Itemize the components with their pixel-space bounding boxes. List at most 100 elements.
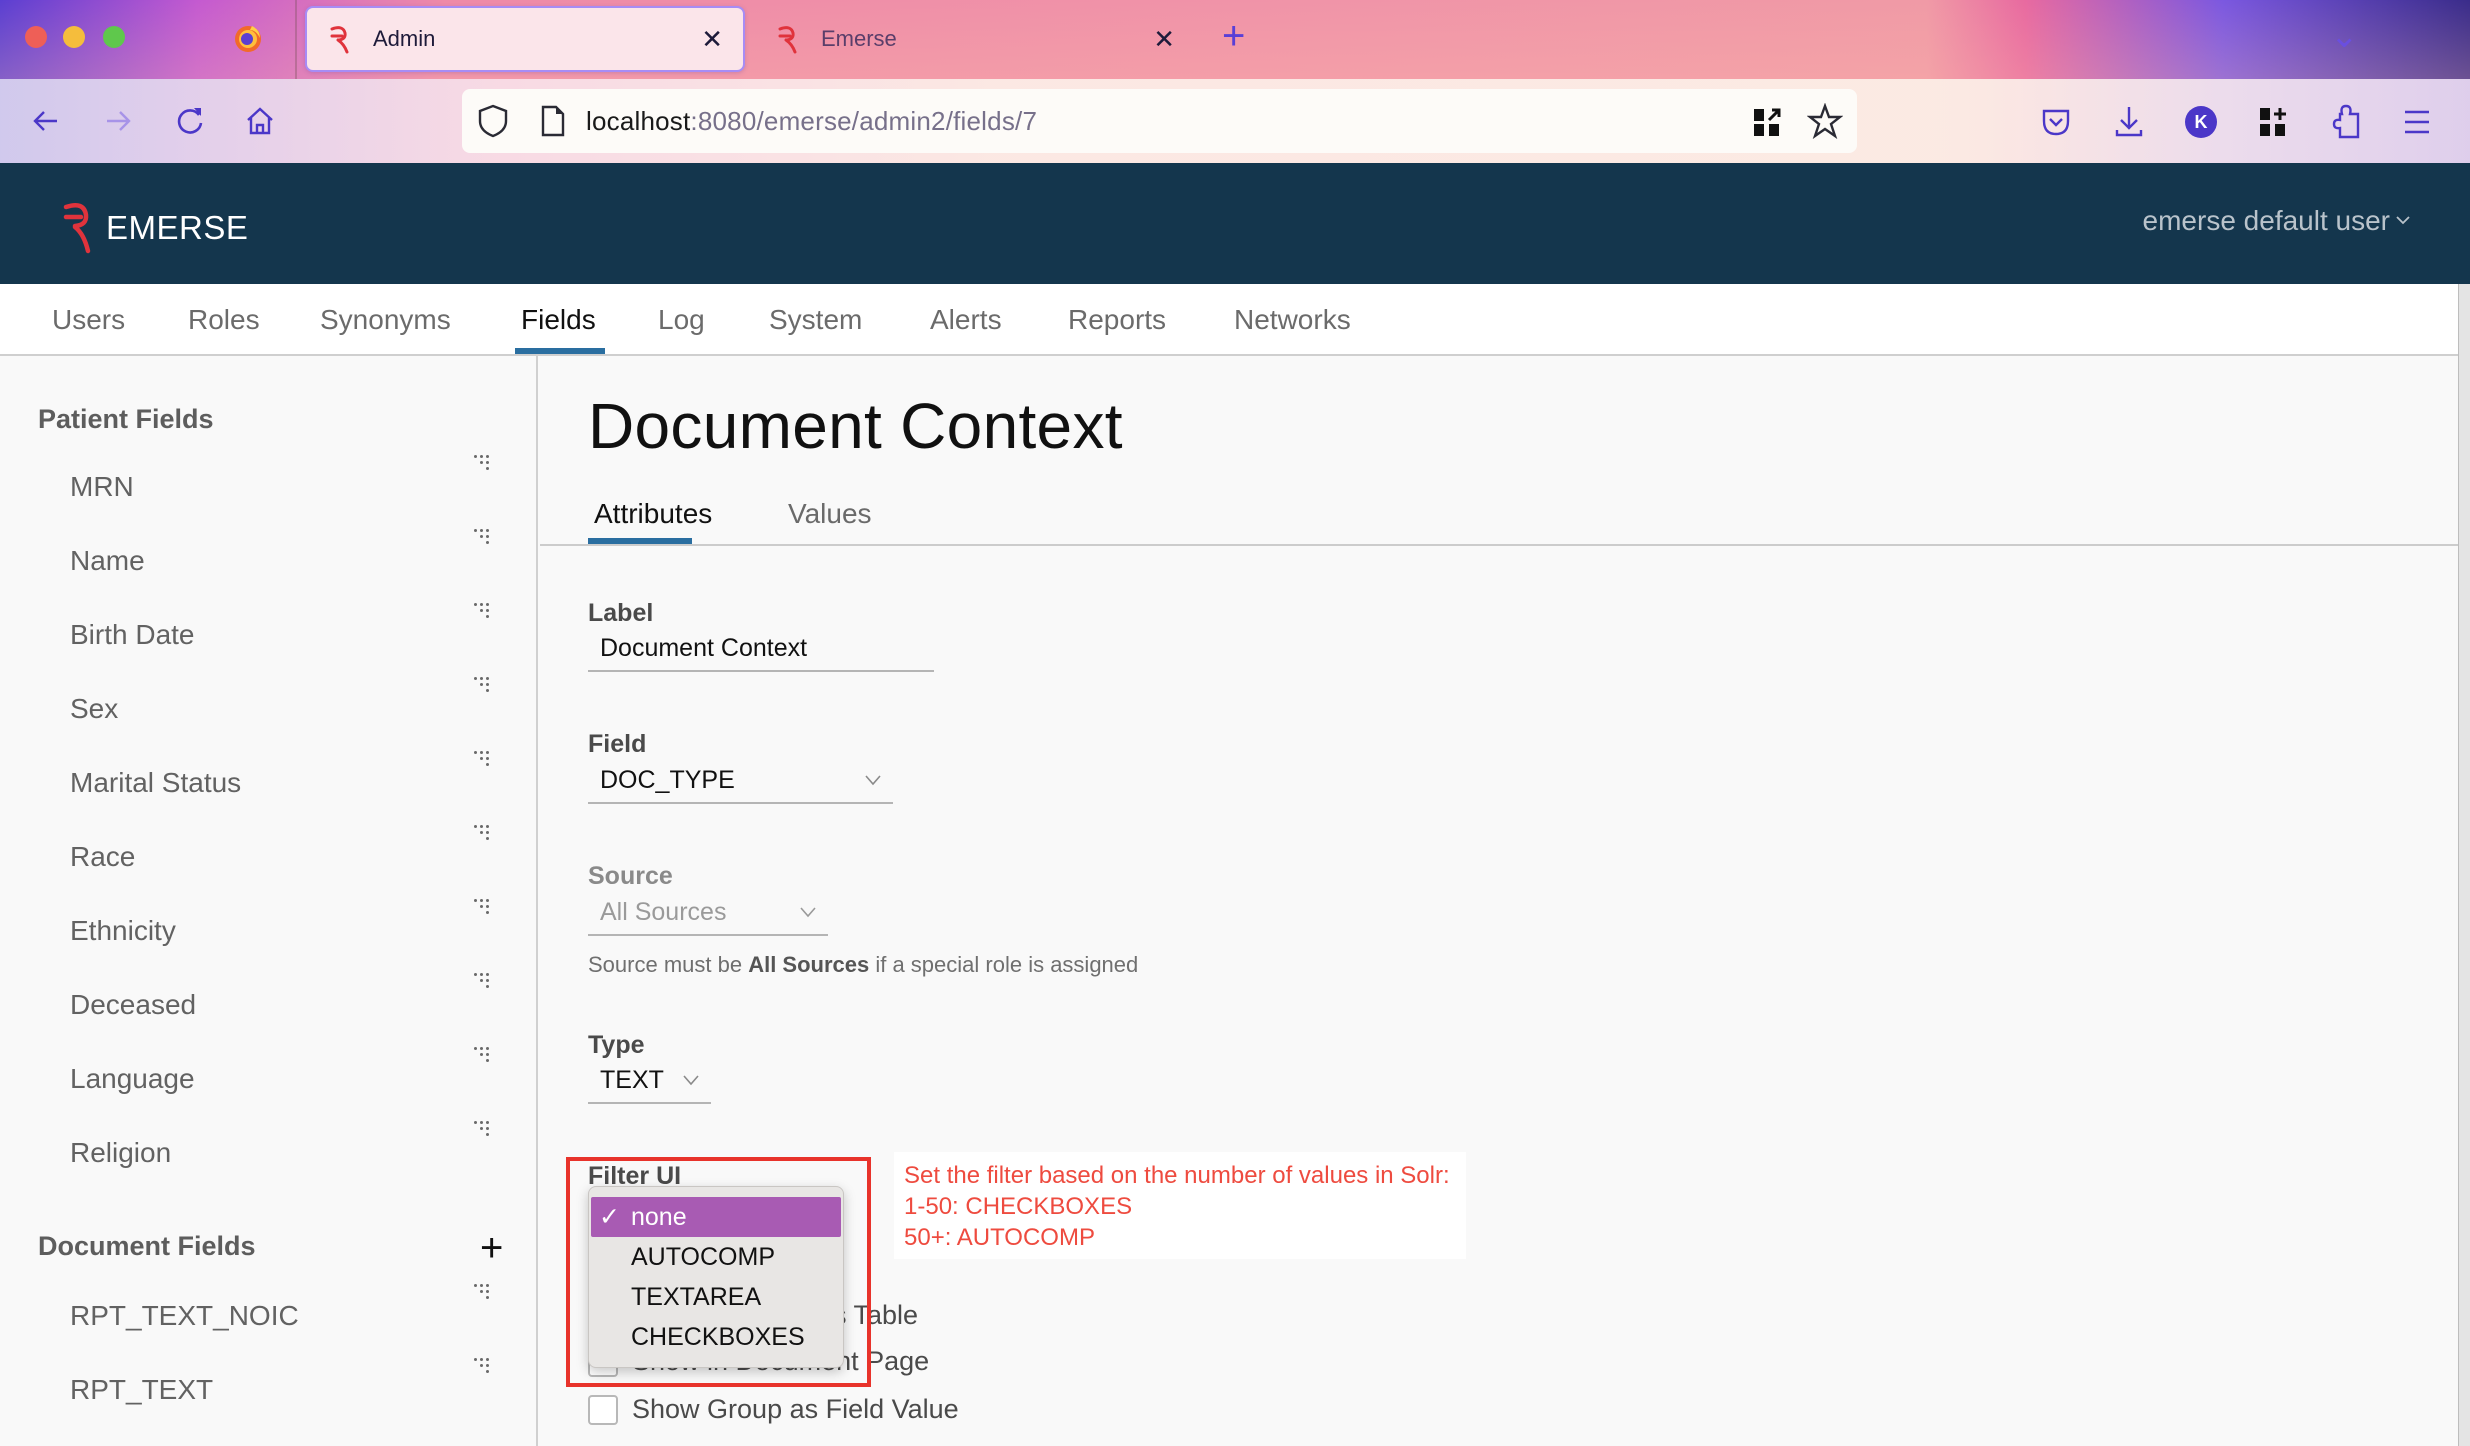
drag-handle-icon[interactable] bbox=[474, 751, 490, 766]
drag-handle-icon[interactable] bbox=[474, 973, 490, 988]
tab-close-icon[interactable]: ✕ bbox=[1153, 24, 1175, 55]
pocket-icon[interactable] bbox=[2040, 106, 2072, 138]
sidebar-field-item[interactable]: Sex bbox=[70, 677, 510, 725]
url-text[interactable]: localhost:8080/emerse/admin2/fields/7 bbox=[586, 106, 1037, 137]
browser-tab-emerse[interactable]: Emerse ✕ bbox=[755, 6, 1195, 72]
drag-handle-icon[interactable] bbox=[474, 825, 490, 840]
sidebar-field-item[interactable]: RPT_TEXT_NOIC bbox=[70, 1284, 510, 1332]
drag-handle-icon[interactable] bbox=[474, 1047, 490, 1062]
nav-alerts[interactable]: Alerts bbox=[930, 304, 1002, 336]
chevron-down-icon bbox=[865, 775, 881, 786]
nav-reports[interactable]: Reports bbox=[1068, 304, 1166, 336]
browser-tab-admin[interactable]: Admin ✕ bbox=[305, 6, 745, 72]
reload-button[interactable] bbox=[170, 101, 210, 141]
chevron-down-icon bbox=[800, 907, 816, 918]
drag-handle-icon[interactable] bbox=[474, 455, 490, 470]
sidebar-field-label: Birth Date bbox=[70, 619, 195, 650]
tab-close-icon[interactable]: ✕ bbox=[701, 24, 723, 55]
hamburger-menu-icon[interactable] bbox=[2402, 108, 2432, 136]
sidebar-field-item[interactable]: Marital Status bbox=[70, 751, 510, 799]
emerse-logo-icon bbox=[330, 26, 349, 54]
star-bookmark-icon[interactable] bbox=[1807, 103, 1843, 139]
forward-button[interactable] bbox=[98, 101, 138, 141]
field-select-value: DOC_TYPE bbox=[600, 766, 735, 794]
field-tabs: Attributes Values bbox=[540, 484, 2458, 546]
nav-networks[interactable]: Networks bbox=[1234, 304, 1351, 336]
puzzle-extension-icon[interactable] bbox=[2330, 102, 2362, 140]
add-document-field-button[interactable]: + bbox=[480, 1228, 503, 1268]
tab-active-indicator bbox=[588, 538, 692, 544]
nav-system[interactable]: System bbox=[769, 304, 862, 336]
home-button[interactable] bbox=[240, 101, 280, 141]
arrow-right-icon bbox=[107, 111, 131, 131]
nav-users[interactable]: Users bbox=[52, 304, 125, 336]
field-detail-panel: Document Context Attributes Values Label… bbox=[540, 356, 2458, 1446]
sidebar-field-item[interactable]: Birth Date bbox=[70, 603, 510, 651]
fields-sidebar: Patient Fields MRN Name Birth Date Sex Marit… bbox=[0, 356, 538, 1446]
sidebar-field-label: Language bbox=[70, 1063, 195, 1094]
qr-extension-icon[interactable] bbox=[1752, 107, 1782, 137]
source-select-value: All Sources bbox=[600, 898, 727, 926]
new-tab-button[interactable]: + bbox=[1222, 14, 1245, 59]
tab-title: Emerse bbox=[821, 26, 897, 51]
sidebar-field-item[interactable]: MRN bbox=[70, 455, 510, 503]
sidebar-field-item[interactable]: Ethnicity bbox=[70, 899, 510, 947]
browser-chrome: Admin ✕ Emerse ✕ + ⌄ localhost:8080/emer… bbox=[0, 0, 2470, 163]
checkbox-row-show-group-as-field-value[interactable]: Show Group as Field Value bbox=[588, 1394, 959, 1425]
sidebar-field-item[interactable]: Name bbox=[70, 529, 510, 577]
window-close-button[interactable] bbox=[25, 26, 47, 48]
sidebar-field-label: Race bbox=[70, 841, 136, 872]
sidebar-field-label: Sex bbox=[70, 693, 119, 724]
drag-handle-icon[interactable] bbox=[474, 1358, 490, 1373]
drag-handle-icon[interactable] bbox=[474, 603, 490, 618]
annotation-highlight-box bbox=[566, 1157, 871, 1387]
drag-handle-icon[interactable] bbox=[474, 899, 490, 914]
document-fields-heading: Document Fields bbox=[38, 1231, 256, 1261]
sidebar-field-label: Name bbox=[70, 545, 145, 576]
window-zoom-button[interactable] bbox=[103, 26, 125, 48]
drag-handle-icon[interactable] bbox=[474, 529, 490, 544]
shield-icon[interactable] bbox=[476, 103, 510, 139]
chevron-down-icon bbox=[683, 1075, 699, 1086]
annotation-note: Set the filter based on the number of va… bbox=[894, 1152, 1466, 1259]
user-name: emerse default user bbox=[2142, 205, 2390, 236]
label-input[interactable]: Document Context bbox=[588, 630, 934, 672]
firefox-icon[interactable] bbox=[232, 22, 264, 54]
sidebar-field-item[interactable]: Race bbox=[70, 825, 510, 873]
nav-fields[interactable]: Fields bbox=[521, 304, 596, 336]
label-field-label: Label bbox=[588, 599, 654, 627]
sidebar-field-label: Ethnicity bbox=[70, 915, 176, 946]
nav-roles[interactable]: Roles bbox=[188, 304, 260, 336]
emerse-logo-icon bbox=[778, 26, 797, 54]
sidebar-field-item[interactable]: Language bbox=[70, 1047, 510, 1095]
sidebar-field-label: MRN bbox=[70, 471, 134, 502]
profile-avatar[interactable]: K bbox=[2185, 106, 2217, 138]
back-button[interactable] bbox=[26, 101, 66, 141]
annotation-line: 50+: AUTOCOMP bbox=[904, 1224, 1095, 1251]
address-bar[interactable]: localhost:8080/emerse/admin2/fields/7 bbox=[462, 89, 1857, 153]
drag-handle-icon[interactable] bbox=[474, 677, 490, 692]
download-icon[interactable] bbox=[2113, 104, 2145, 138]
checkbox[interactable] bbox=[588, 1394, 618, 1425]
sidebar-field-item[interactable]: Religion bbox=[70, 1121, 510, 1169]
emerse-logo[interactable]: EMERSE bbox=[62, 201, 248, 255]
field-select-label: Field bbox=[588, 730, 647, 758]
page-scrollbar[interactable] bbox=[2458, 284, 2470, 1446]
tab-attributes[interactable]: Attributes bbox=[594, 498, 712, 530]
drag-handle-icon[interactable] bbox=[474, 1284, 490, 1299]
reload-icon bbox=[177, 108, 203, 134]
drag-handle-icon[interactable] bbox=[474, 1121, 490, 1136]
sidebar-field-label: Religion bbox=[70, 1137, 172, 1168]
tab-values[interactable]: Values bbox=[788, 498, 872, 530]
extensions-grid-icon[interactable] bbox=[2258, 106, 2288, 138]
type-select[interactable]: TEXT bbox=[588, 1062, 711, 1104]
sidebar-field-item[interactable]: Deceased bbox=[70, 973, 510, 1021]
sidebar-field-item[interactable]: RPT_TEXT bbox=[70, 1358, 510, 1406]
field-select[interactable]: DOC_TYPE bbox=[588, 762, 893, 804]
window-minimize-button[interactable] bbox=[63, 26, 85, 48]
nav-log[interactable]: Log bbox=[658, 304, 705, 336]
tab-title: Admin bbox=[373, 26, 436, 51]
nav-synonyms[interactable]: Synonyms bbox=[320, 304, 451, 336]
user-menu-dropdown[interactable]: emerse default user bbox=[2143, 205, 2410, 237]
tab-list-button[interactable]: ⌄ bbox=[2330, 16, 2359, 56]
